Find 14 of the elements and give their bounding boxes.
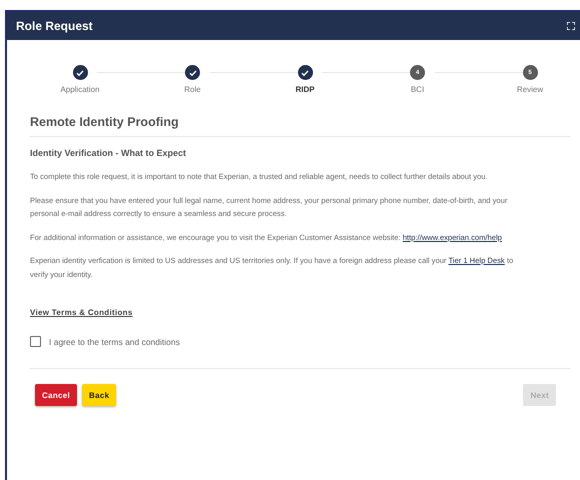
step-label: Application (60, 85, 100, 94)
step-label: Review (516, 85, 544, 94)
cancel-button[interactable]: Cancel (35, 384, 78, 406)
fullscreen-icon[interactable] (567, 22, 575, 30)
terms-link[interactable]: View Terms & Conditions (30, 308, 133, 317)
step-label: BCI (410, 85, 424, 94)
section-title: Remote Identity Proofing (30, 115, 570, 137)
section-subtitle: Identity Verification - What to Expect (30, 148, 188, 158)
agree-checkbox[interactable] (30, 336, 41, 347)
agree-label: I agree to the terms and conditions (49, 336, 180, 346)
window-title: Role Request (16, 18, 93, 32)
step-label: RIDP (295, 85, 315, 94)
step-label: Role (184, 85, 201, 94)
back-button[interactable]: Back (82, 384, 116, 406)
